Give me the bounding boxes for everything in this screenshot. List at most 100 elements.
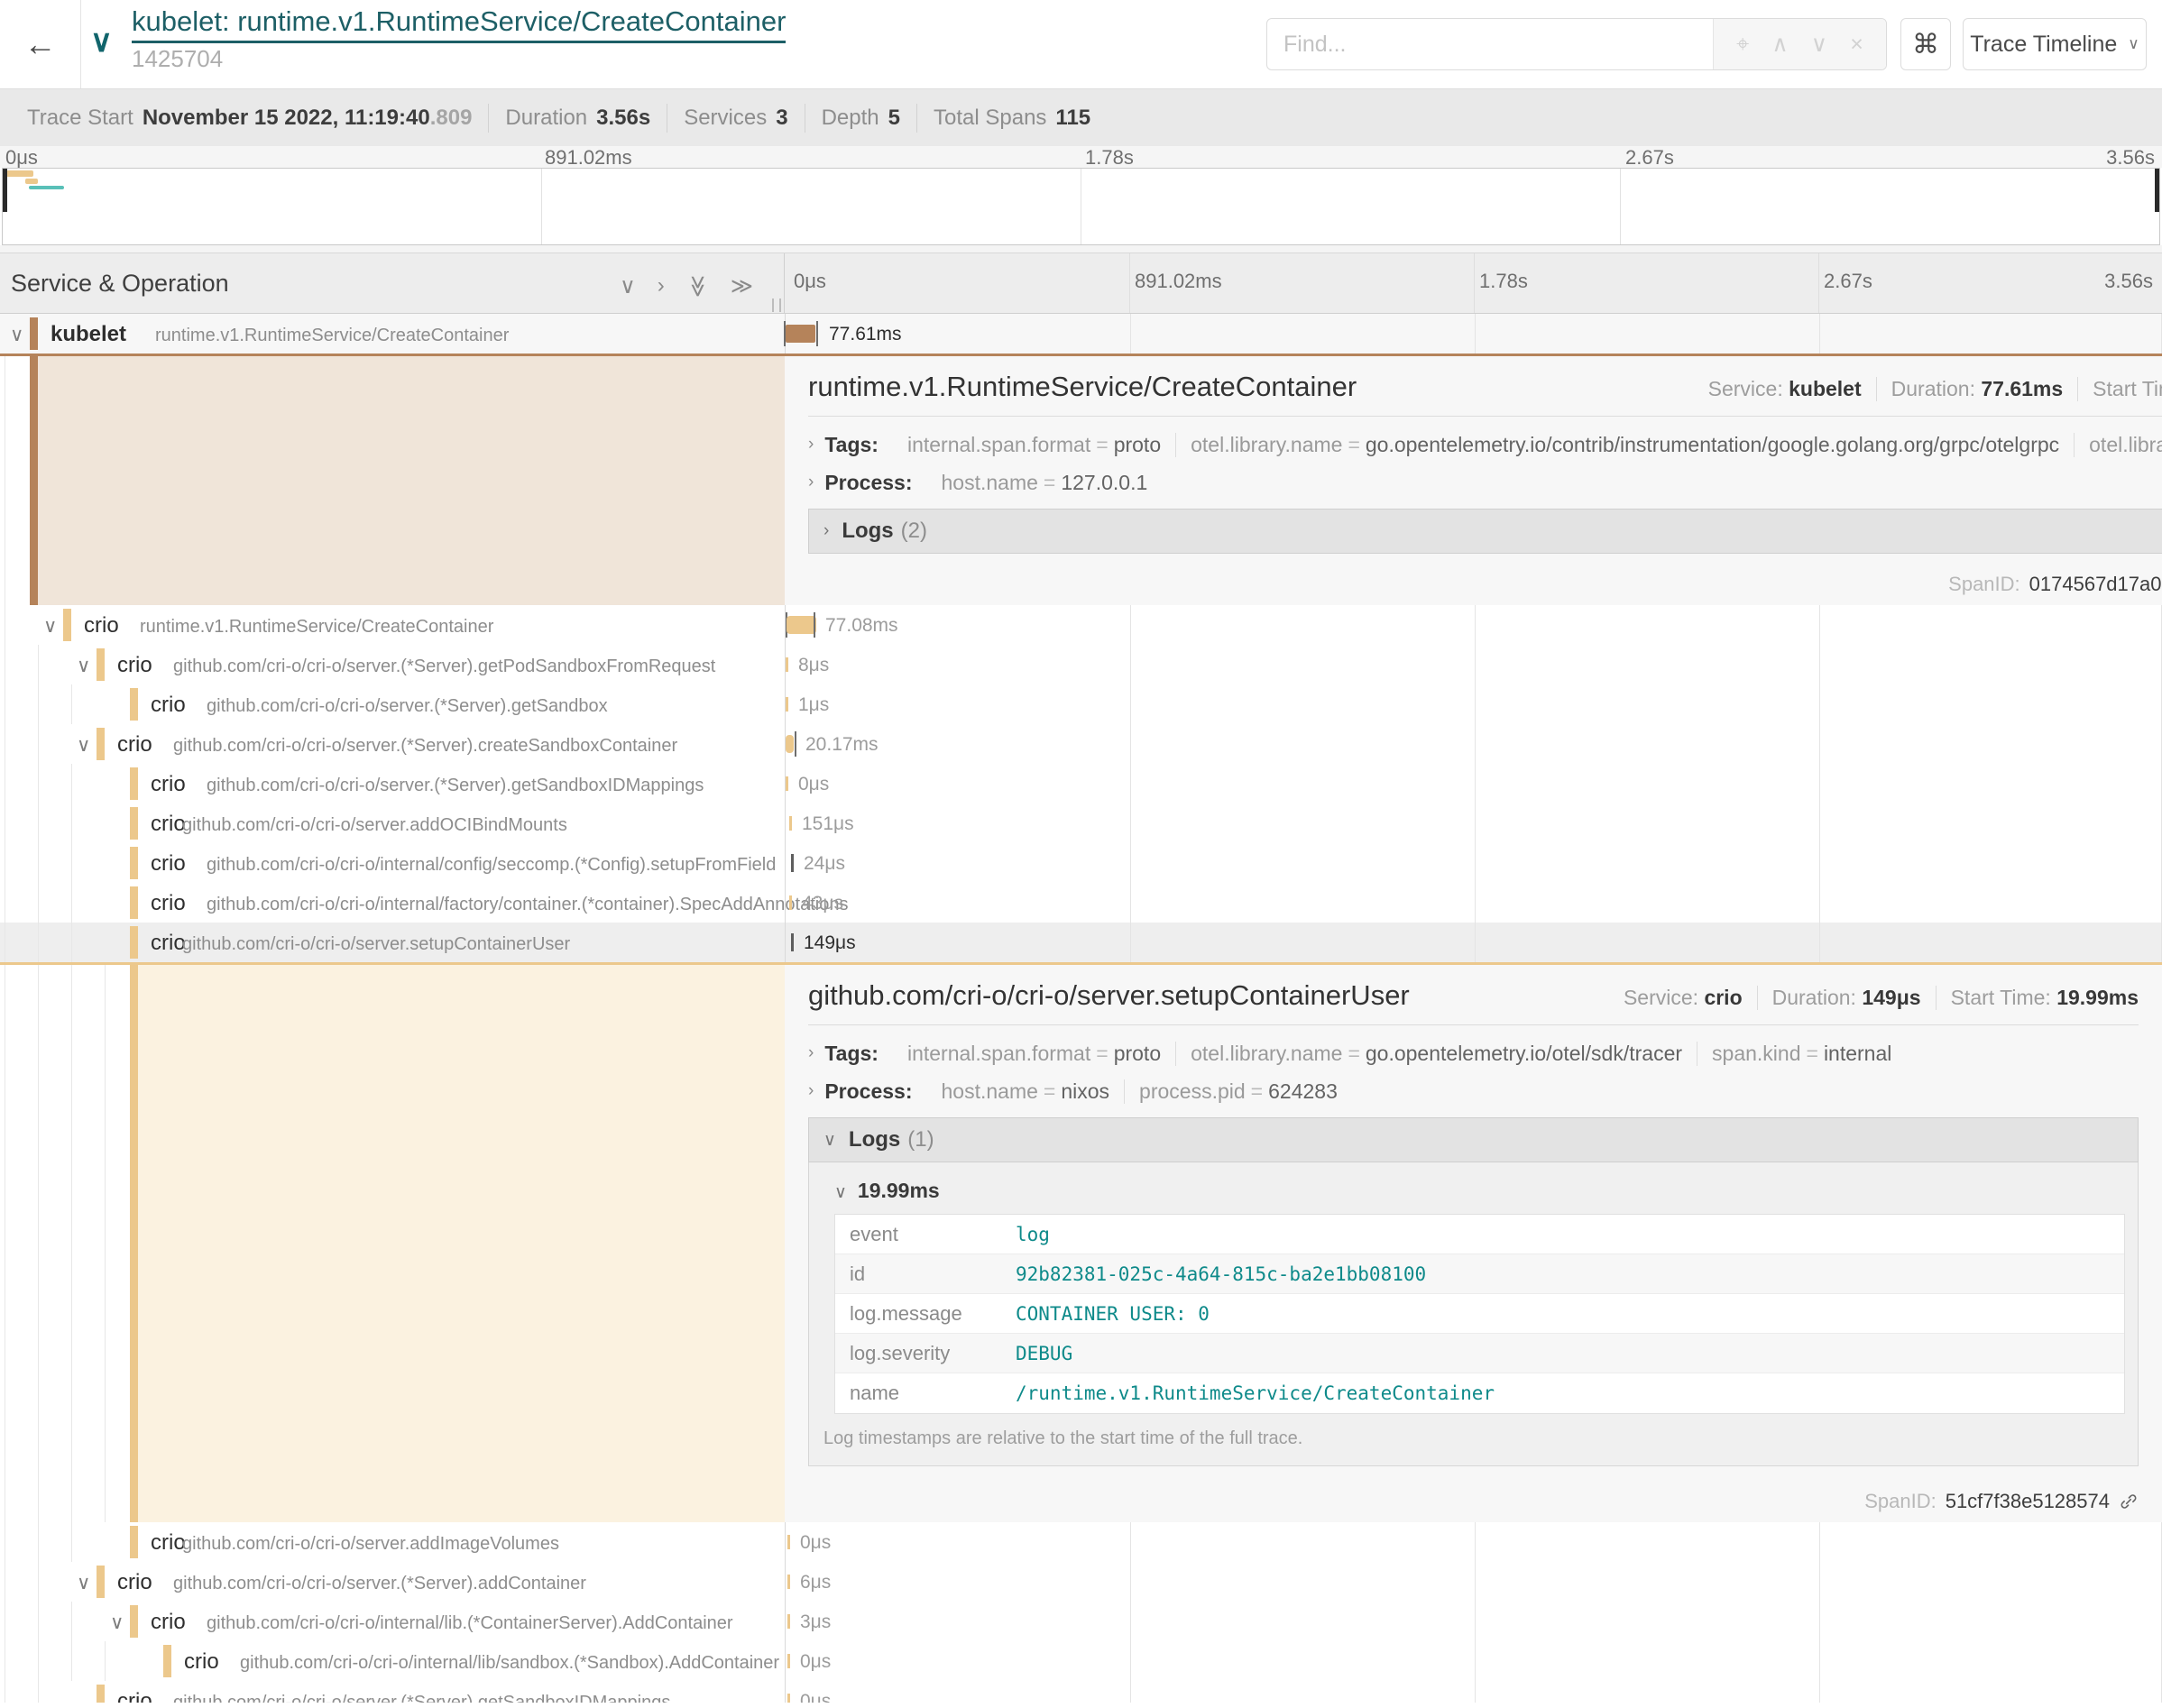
span-operation[interactable]: github.com/cri-o/cri-o/server.setupConta… [182, 934, 570, 955]
span-service[interactable]: crio [151, 851, 186, 877]
span-service[interactable]: crio [117, 1570, 152, 1595]
span-timeline-cell[interactable]: 1μs [785, 684, 2162, 724]
span-operation[interactable]: github.com/cri-o/cri-o/server.(*Server).… [173, 736, 677, 757]
span-bar[interactable] [786, 325, 815, 343]
locate-icon[interactable]: ⌖ [1736, 32, 1749, 58]
collapse-one-icon[interactable]: ∨ [620, 273, 636, 299]
chevron-down-icon[interactable]: ∨ [77, 1572, 90, 1594]
span-operation[interactable]: github.com/cri-o/cri-o/internal/config/s… [207, 855, 776, 876]
tags-row[interactable]: › Tags: internal.span.format=proto otel.… [808, 426, 2162, 464]
span-row[interactable]: crio github.com/cri-o/cri-o/internal/lib… [0, 1641, 2162, 1681]
chevron-down-icon[interactable]: ∨ [77, 655, 90, 677]
minimap-right-handle[interactable] [2155, 169, 2159, 212]
span-bar[interactable] [789, 895, 792, 910]
span-timeline-cell[interactable]: 43μs [785, 883, 2162, 923]
span-row-kubelet-root[interactable]: ∨ kubelet runtime.v1.RuntimeService/Crea… [0, 314, 2162, 354]
span-operation[interactable]: github.com/cri-o/cri-o/internal/factory/… [207, 895, 848, 915]
span-timeline-cell[interactable]: 77.61ms [785, 314, 2162, 354]
keyboard-shortcuts-button[interactable]: ⌘ [1900, 18, 1951, 70]
span-service[interactable]: crio [117, 732, 152, 758]
minimap-left-handle[interactable] [3, 169, 7, 212]
span-bar[interactable] [786, 697, 788, 712]
span-row-selected[interactable]: crio github.com/cri-o/cri-o/server.setup… [0, 923, 2162, 962]
column-resize-grip[interactable] [772, 298, 781, 312]
process-row[interactable]: › Process: host.name=nixos process.pid=6… [808, 1072, 2139, 1110]
span-service[interactable]: crio [151, 812, 186, 837]
span-row[interactable]: ∨ crio github.com/cri-o/cri-o/server.(*S… [0, 645, 2162, 684]
span-row[interactable]: crio github.com/cri-o/cri-o/internal/con… [0, 843, 2162, 883]
span-timeline-cell[interactable]: 151μs [785, 803, 2162, 843]
span-timeline-cell[interactable]: 3μs [785, 1602, 2162, 1641]
chevron-down-icon[interactable]: ∨ [43, 615, 57, 638]
span-row[interactable]: ∨ crio runtime.v1.RuntimeService/CreateC… [0, 605, 2162, 645]
log-entry-toggle[interactable]: ∨19.99ms [834, 1179, 2125, 1203]
span-operation[interactable]: github.com/cri-o/cri-o/server.addOCIBind… [182, 815, 567, 836]
back-button[interactable]: ← [0, 0, 81, 88]
next-result-icon[interactable]: ∨ [1811, 31, 1827, 58]
view-selector-button[interactable]: Trace Timeline ∨ [1963, 18, 2147, 70]
span-bar[interactable] [791, 933, 794, 951]
span-bar[interactable] [789, 816, 792, 831]
span-row[interactable]: crio github.com/cri-o/cri-o/server.addIm… [0, 1522, 2162, 1562]
span-bar[interactable] [787, 1575, 790, 1589]
span-service[interactable]: crio [151, 772, 186, 797]
expand-one-icon[interactable]: › [658, 273, 665, 299]
logs-toggle[interactable]: ∨ Logs (1) [808, 1117, 2139, 1162]
logs-toggle[interactable]: › Logs (2) [808, 509, 2162, 554]
span-bar[interactable] [786, 657, 788, 672]
span-timeline-cell[interactable]: 24μs [785, 843, 2162, 883]
chevron-down-icon[interactable]: ∨ [110, 1612, 124, 1634]
span-row[interactable]: ∨ crio github.com/cri-o/cri-o/internal/l… [0, 1602, 2162, 1641]
span-timeline-cell[interactable]: 0μs [785, 764, 2162, 803]
span-bar[interactable] [787, 1614, 790, 1629]
span-bar[interactable] [786, 776, 788, 791]
span-operation[interactable]: github.com/cri-o/cri-o/server.(*Server).… [173, 1574, 586, 1594]
span-operation[interactable]: github.com/cri-o/cri-o/server.(*Server).… [207, 696, 608, 717]
span-timeline-cell[interactable]: 0μs [785, 1681, 2162, 1703]
span-timeline-cell[interactable]: 77.08ms [785, 605, 2162, 645]
span-timeline-cell[interactable]: 8μs [785, 645, 2162, 684]
chevron-down-icon[interactable]: ∨ [10, 324, 23, 346]
span-service[interactable]: crio [151, 693, 186, 718]
span-service[interactable]: crio [151, 891, 186, 916]
span-service[interactable]: crio [117, 653, 152, 678]
span-row[interactable]: crio github.com/cri-o/cri-o/server.addOC… [0, 803, 2162, 843]
span-row[interactable]: ∨ crio github.com/cri-o/cri-o/server.(*S… [0, 724, 2162, 764]
span-timeline-cell[interactable]: 0μs [785, 1641, 2162, 1681]
trace-title-link[interactable]: kubelet: runtime.v1.RuntimeService/Creat… [132, 5, 786, 43]
span-row[interactable]: crio github.com/cri-o/cri-o/server.(*Ser… [0, 684, 2162, 724]
span-row[interactable]: crio github.com/cri-o/cri-o/server.(*Ser… [0, 764, 2162, 803]
clear-search-icon[interactable]: × [1850, 32, 1863, 58]
span-operation[interactable]: github.com/cri-o/cri-o/server.(*Server).… [207, 776, 704, 796]
trace-collapse-icon[interactable]: ∨ [90, 23, 113, 60]
span-service[interactable]: crio [117, 1689, 152, 1703]
span-operation[interactable]: github.com/cri-o/cri-o/server.(*Server).… [173, 657, 715, 677]
span-timeline-cell[interactable]: 20.17ms [785, 724, 2162, 764]
span-timeline-cell[interactable]: 0μs [785, 1522, 2162, 1562]
span-service[interactable]: crio [151, 931, 186, 956]
span-service[interactable]: crio [151, 1530, 186, 1556]
span-bar[interactable] [787, 1694, 790, 1703]
span-row[interactable]: ∨ crio github.com/cri-o/cri-o/server.(*S… [0, 1562, 2162, 1602]
span-bar[interactable] [791, 854, 794, 872]
process-row[interactable]: › Process: host.name=127.0.0.1 [808, 464, 2162, 501]
span-operation[interactable]: github.com/cri-o/cri-o/internal/lib/sand… [240, 1653, 779, 1674]
span-service[interactable]: crio [151, 1610, 186, 1635]
find-input[interactable] [1267, 19, 1713, 69]
prev-result-icon[interactable]: ∧ [1771, 31, 1788, 58]
span-operation[interactable]: github.com/cri-o/cri-o/server.(*Server).… [173, 1693, 670, 1703]
collapse-all-icon[interactable]: ≫ [685, 275, 711, 298]
chevron-down-icon[interactable]: ∨ [77, 734, 90, 757]
span-row[interactable]: crio github.com/cri-o/cri-o/server.(*Ser… [0, 1681, 2162, 1703]
span-service[interactable]: kubelet [51, 322, 126, 347]
span-operation[interactable]: runtime.v1.RuntimeService/CreateContaine… [155, 326, 509, 346]
span-service[interactable]: crio [184, 1649, 219, 1675]
span-service[interactable]: crio [84, 613, 119, 638]
span-row[interactable]: crio github.com/cri-o/cri-o/internal/fac… [0, 883, 2162, 923]
timeline-minimap[interactable] [2, 168, 2160, 245]
span-timeline-cell[interactable]: 6μs [785, 1562, 2162, 1602]
deep-link-icon[interactable] [2119, 1492, 2139, 1511]
span-bar[interactable] [787, 1535, 790, 1549]
expand-all-icon[interactable]: ≫ [731, 273, 753, 299]
span-timeline-cell[interactable]: 149μs [785, 923, 2162, 962]
